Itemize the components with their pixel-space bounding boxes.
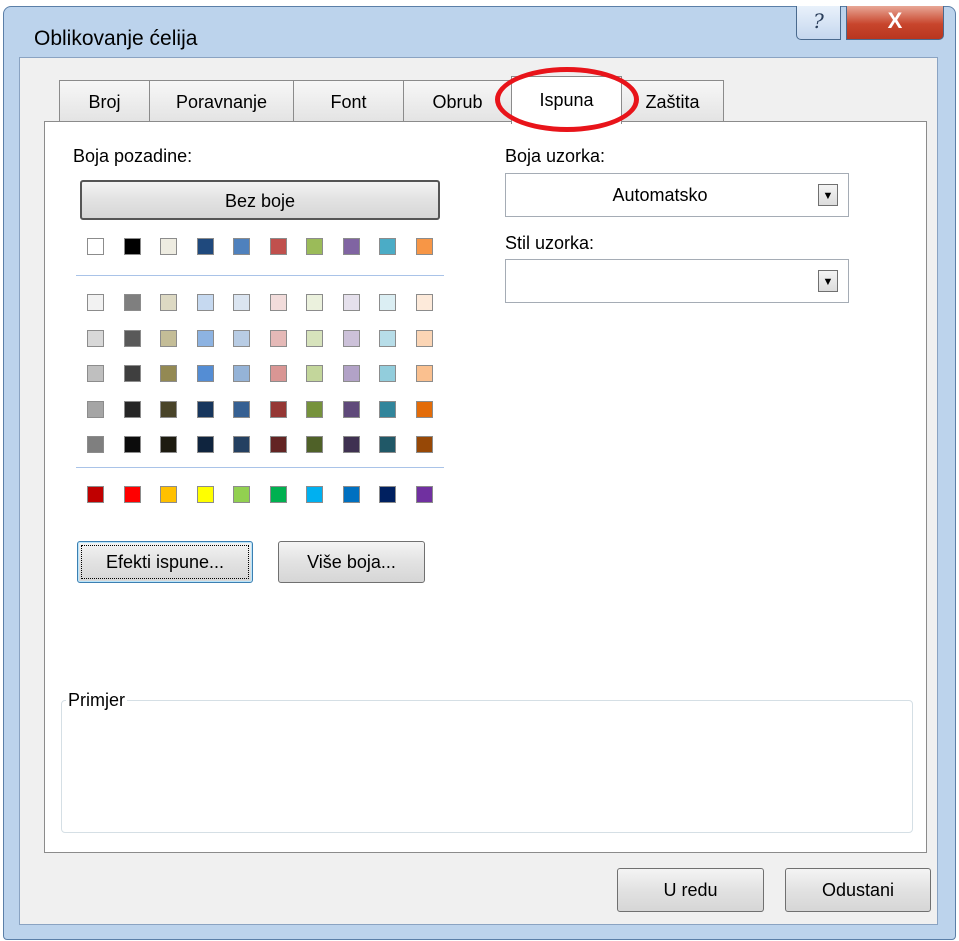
palette-separator — [76, 467, 444, 468]
color-swatch[interactable] — [160, 329, 177, 347]
pattern-color-label: Boja uzorka: — [505, 146, 606, 166]
color-swatch[interactable] — [306, 329, 323, 347]
background-color-label: Boja pozadine: — [73, 146, 193, 166]
chevron-down-icon[interactable]: ▼ — [818, 270, 838, 292]
color-swatch[interactable] — [269, 436, 287, 453]
color-swatch[interactable] — [415, 329, 433, 347]
color-swatch[interactable] — [379, 436, 396, 453]
color-swatch[interactable] — [415, 486, 433, 503]
color-swatch[interactable] — [379, 294, 396, 311]
color-swatch[interactable] — [196, 238, 214, 255]
cancel-button[interactable]: Odustani — [785, 868, 931, 912]
color-swatch[interactable] — [415, 365, 433, 382]
ok-button[interactable]: U redu — [617, 868, 764, 912]
color-swatch[interactable] — [160, 436, 177, 453]
color-swatch[interactable] — [233, 486, 250, 503]
help-button[interactable]: ? — [796, 6, 841, 40]
color-swatch[interactable] — [269, 294, 287, 311]
pattern-style-label: Stil uzorka: — [505, 233, 595, 253]
tab-poravnanje[interactable]: Poravnanje — [149, 80, 294, 122]
color-swatch[interactable] — [123, 294, 141, 311]
color-swatch[interactable] — [233, 329, 250, 347]
fill-effects-label: Efekti ispune... — [81, 545, 249, 579]
color-swatch[interactable] — [196, 329, 214, 347]
help-icon: ? — [813, 9, 824, 33]
sample-preview-box — [61, 700, 913, 833]
color-swatch[interactable] — [160, 486, 177, 503]
color-swatch[interactable] — [269, 400, 287, 418]
sample-label: Primjer — [66, 690, 127, 711]
color-swatch[interactable] — [87, 329, 104, 347]
color-swatch[interactable] — [196, 294, 214, 311]
more-colors-button[interactable]: Više boja... — [278, 541, 425, 583]
color-swatch[interactable] — [306, 486, 323, 503]
color-swatch[interactable] — [306, 238, 323, 255]
color-swatch[interactable] — [269, 486, 287, 503]
color-swatch[interactable] — [123, 238, 141, 255]
highlight-ellipse — [495, 67, 639, 132]
color-swatch[interactable] — [160, 365, 177, 382]
color-swatch[interactable] — [87, 365, 104, 382]
color-swatch[interactable] — [123, 365, 141, 382]
chevron-down-icon[interactable]: ▼ — [818, 184, 838, 206]
color-swatch[interactable] — [306, 400, 323, 418]
color-swatch[interactable] — [415, 294, 433, 311]
color-swatch[interactable] — [379, 238, 396, 255]
color-swatch[interactable] — [233, 238, 250, 255]
color-swatch[interactable] — [196, 436, 214, 453]
color-swatch[interactable] — [160, 238, 177, 255]
color-swatch[interactable] — [196, 400, 214, 418]
color-swatch[interactable] — [269, 238, 287, 255]
color-swatch[interactable] — [342, 294, 360, 311]
color-swatch[interactable] — [342, 365, 360, 382]
color-swatch[interactable] — [306, 294, 323, 311]
color-swatch[interactable] — [306, 365, 323, 382]
color-swatch[interactable] — [123, 486, 141, 503]
color-swatch[interactable] — [87, 238, 104, 255]
color-swatch[interactable] — [123, 400, 141, 418]
color-swatch[interactable] — [160, 400, 177, 418]
color-swatch[interactable] — [342, 238, 360, 255]
color-swatch[interactable] — [379, 400, 396, 418]
color-swatch[interactable] — [233, 365, 250, 382]
color-swatch[interactable] — [196, 486, 214, 503]
color-swatch[interactable] — [87, 436, 104, 453]
tab-broj[interactable]: Broj — [59, 80, 150, 122]
color-swatch[interactable] — [87, 294, 104, 311]
pattern-style-dropdown[interactable]: ▼ — [505, 259, 849, 303]
color-swatch[interactable] — [379, 365, 396, 382]
pattern-color-dropdown[interactable]: Automatsko ▼ — [505, 173, 849, 217]
window-title: Oblikovanje ćelija — [34, 27, 198, 50]
color-swatch[interactable] — [379, 329, 396, 347]
color-swatch[interactable] — [379, 486, 396, 503]
color-swatch[interactable] — [342, 400, 360, 418]
color-swatch[interactable] — [342, 486, 360, 503]
no-color-button[interactable]: Bez boje — [80, 180, 440, 220]
color-swatch[interactable] — [269, 365, 287, 382]
tab-font[interactable]: Font — [293, 80, 404, 122]
color-swatch[interactable] — [196, 365, 214, 382]
color-swatch[interactable] — [233, 436, 250, 453]
color-swatch[interactable] — [269, 329, 287, 347]
color-swatch[interactable] — [87, 486, 104, 503]
color-swatch[interactable] — [233, 294, 250, 311]
close-button[interactable]: X — [846, 6, 944, 40]
fill-effects-button[interactable]: Efekti ispune... — [77, 541, 253, 583]
color-swatch[interactable] — [306, 436, 323, 453]
color-swatch[interactable] — [415, 238, 433, 255]
color-swatch[interactable] — [342, 329, 360, 347]
pattern-color-value: Automatsko — [612, 185, 708, 205]
color-swatch[interactable] — [123, 329, 141, 347]
color-swatch[interactable] — [415, 400, 433, 418]
color-swatch[interactable] — [233, 400, 250, 418]
color-swatch[interactable] — [87, 400, 104, 418]
color-swatch[interactable] — [123, 436, 141, 453]
close-icon: X — [887, 8, 903, 33]
color-swatch[interactable] — [342, 436, 360, 453]
color-swatch[interactable] — [415, 436, 433, 453]
color-swatch[interactable] — [160, 294, 177, 311]
palette-separator — [76, 275, 444, 276]
